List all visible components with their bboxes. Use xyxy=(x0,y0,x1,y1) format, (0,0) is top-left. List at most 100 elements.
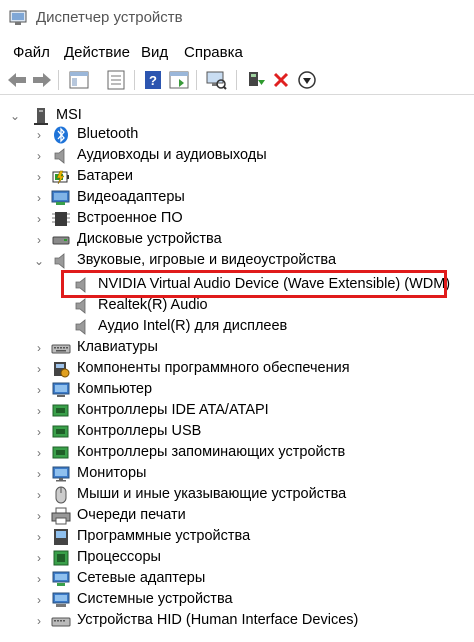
disable-device-icon xyxy=(298,71,316,89)
chevron-right-icon[interactable]: › xyxy=(33,614,45,628)
menu-view[interactable]: Вид xyxy=(141,44,168,61)
chevron-right-icon[interactable]: › xyxy=(33,212,45,226)
tree-item[interactable]: › Контроллеры IDE ATA/ATAPI xyxy=(0,401,474,422)
system-device-icon xyxy=(52,592,70,607)
tree-item-label: Контроллеры USB xyxy=(77,423,202,439)
chevron-right-icon[interactable]: › xyxy=(33,341,45,355)
speaker-icon xyxy=(75,298,86,314)
tree-item[interactable]: › Системные устройства xyxy=(0,590,474,611)
speaker-icon xyxy=(54,253,65,269)
monitor-scan-icon xyxy=(206,71,227,90)
software-device-icon xyxy=(54,529,68,545)
tree-child-item[interactable]: Аудио Intel(R) для дисплеев xyxy=(0,317,474,338)
device-manager-icon xyxy=(9,10,27,25)
chevron-right-icon[interactable]: › xyxy=(33,149,45,163)
menu-action[interactable]: Действие xyxy=(64,44,130,61)
uninstall-device-button[interactable] xyxy=(270,69,292,91)
tree-root[interactable]: ⌄ MSI xyxy=(0,106,474,127)
speaker-icon xyxy=(54,148,65,164)
tree-item-label: Звуковые, игровые и видеоустройства xyxy=(77,252,337,268)
back-button[interactable] xyxy=(6,69,28,91)
tree-item[interactable]: › Мониторы xyxy=(0,464,474,485)
tree-item-label: Аудиовходы и аудиовыходы xyxy=(77,147,267,163)
list-view-icon xyxy=(107,70,125,90)
toolbar-separator xyxy=(196,70,197,90)
scan-hardware-button[interactable] xyxy=(205,69,227,91)
chevron-down-icon[interactable]: ⌄ xyxy=(9,109,21,123)
tree-item-label: Устройства HID (Human Interface Devices) xyxy=(77,612,359,628)
tree-child-label: Realtek(R) Audio xyxy=(98,297,208,313)
disk-drive-icon xyxy=(52,236,70,245)
disable-device-button[interactable] xyxy=(296,69,318,91)
chevron-right-icon[interactable]: › xyxy=(33,383,45,397)
speaker-icon xyxy=(75,319,86,335)
tree-item[interactable]: › Видеоадаптеры xyxy=(0,188,474,209)
tree-child-label: Аудио Intel(R) для дисплеев xyxy=(98,318,288,334)
tree-item[interactable]: › Устройства HID (Human Interface Device… xyxy=(0,611,474,632)
tree-item-label: Клавиатуры xyxy=(77,339,158,355)
chevron-right-icon[interactable]: › xyxy=(33,593,45,607)
update-driver-button[interactable] xyxy=(245,69,267,91)
title-bar: Диспетчер устройств xyxy=(0,0,474,38)
menu-help[interactable]: Справка xyxy=(184,44,243,61)
toolbar-separator xyxy=(236,70,237,90)
tree-item[interactable]: › Процессоры xyxy=(0,548,474,569)
chevron-right-icon[interactable]: › xyxy=(33,509,45,523)
show-hide-console-tree-button[interactable] xyxy=(68,69,90,91)
bluetooth-icon xyxy=(54,126,68,144)
forward-button[interactable] xyxy=(31,69,53,91)
tree-item[interactable]: › Аудиовходы и аудиовыходы xyxy=(0,146,474,167)
menu-file[interactable]: Файл xyxy=(13,44,50,61)
tree-item[interactable]: › Батареи xyxy=(0,167,474,188)
tree-item[interactable]: › Компьютер xyxy=(0,380,474,401)
chevron-right-icon[interactable]: › xyxy=(33,170,45,184)
chevron-right-icon[interactable]: › xyxy=(33,530,45,544)
tree-item-label: Процессоры xyxy=(77,549,161,565)
svg-text:?: ? xyxy=(149,73,157,88)
tree-item-label: Bluetooth xyxy=(77,126,139,142)
tree-item[interactable]: › Bluetooth xyxy=(0,125,474,146)
properties-button[interactable] xyxy=(105,69,127,91)
chevron-right-icon[interactable]: › xyxy=(33,191,45,205)
display-adapter-icon xyxy=(51,190,70,205)
tree-item[interactable]: › Сетевые адаптеры xyxy=(0,569,474,590)
tree-item[interactable]: › Мыши и иные указывающие устройства xyxy=(0,485,474,506)
tree-item[interactable]: › Встроенное ПО xyxy=(0,209,474,230)
toolbar-separator xyxy=(58,70,59,90)
chevron-down-icon[interactable]: ⌄ xyxy=(33,254,45,268)
keyboard-icon xyxy=(51,344,71,354)
action-button[interactable] xyxy=(168,69,190,91)
tree-item-label: Компоненты программного обеспечения xyxy=(77,360,350,376)
tree-item[interactable]: › Очереди печати xyxy=(0,506,474,527)
remove-device-icon xyxy=(273,72,289,88)
chevron-right-icon[interactable]: › xyxy=(33,404,45,418)
storage-controller-icon xyxy=(52,446,69,459)
help-button[interactable]: ? xyxy=(142,69,164,91)
firmware-icon xyxy=(52,212,70,226)
chevron-right-icon[interactable]: › xyxy=(33,233,45,247)
tree-item[interactable]: › Контроллеры запоминающих устройств xyxy=(0,443,474,464)
forward-arrow-icon xyxy=(33,73,51,87)
tree-item-label: Батареи xyxy=(77,168,134,184)
update-driver-icon xyxy=(249,72,265,86)
window-title: Диспетчер устройств xyxy=(36,9,183,26)
console-icon xyxy=(169,71,189,89)
tree-item[interactable]: › Дисковые устройства xyxy=(0,230,474,251)
tree-item[interactable]: › Компоненты программного обеспечения xyxy=(0,359,474,380)
tree-item[interactable]: › Клавиатуры xyxy=(0,338,474,359)
chevron-right-icon[interactable]: › xyxy=(33,551,45,565)
chevron-right-icon[interactable]: › xyxy=(33,425,45,439)
tree-child-item[interactable]: Realtek(R) Audio xyxy=(0,296,474,317)
processor-icon xyxy=(53,550,69,566)
chevron-right-icon[interactable]: › xyxy=(33,128,45,142)
chevron-right-icon[interactable]: › xyxy=(33,467,45,481)
chevron-right-icon[interactable]: › xyxy=(33,362,45,376)
tree-item[interactable]: › Программные устройства xyxy=(0,527,474,548)
tree-item[interactable]: › Контроллеры USB xyxy=(0,422,474,443)
chevron-right-icon[interactable]: › xyxy=(33,446,45,460)
chevron-right-icon[interactable]: › xyxy=(33,488,45,502)
tree-item-label: Встроенное ПО xyxy=(77,210,183,226)
chevron-right-icon[interactable]: › xyxy=(33,572,45,586)
tree-item-expanded[interactable]: ⌄ Звуковые, игровые и видеоустройства xyxy=(0,251,474,272)
tree-item-label: Дисковые устройства xyxy=(77,231,222,247)
